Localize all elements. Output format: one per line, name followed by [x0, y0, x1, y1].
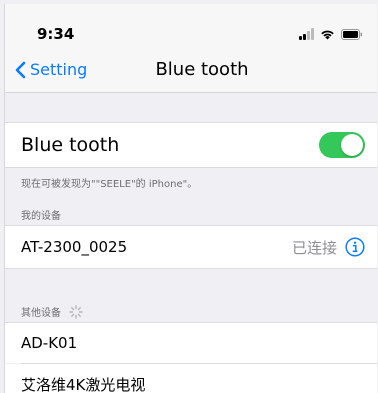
status-icons: [299, 26, 363, 40]
connection-status: 已连接: [291, 238, 337, 257]
bluetooth-toggle-row: Blue tooth: [5, 123, 377, 167]
status-time: 9:34: [37, 25, 75, 43]
bluetooth-toggle[interactable]: [319, 132, 365, 158]
my-devices-header: 我的设备: [21, 207, 61, 222]
device-name: AT-2300_0025: [21, 238, 128, 256]
divider: [5, 268, 377, 269]
settings-screen: 9:34 Setting Blue tooth Blue tooth 现在可被发…: [4, 4, 377, 393]
bluetooth-label: Blue tooth: [21, 134, 120, 156]
info-icon[interactable]: [345, 237, 365, 257]
page-title: Blue tooth: [155, 59, 249, 80]
battery-icon: [341, 29, 363, 40]
other-devices-header-label: 其他设备: [21, 308, 61, 319]
device-name: AD-K01: [21, 334, 78, 352]
device-name: 艾洛维4K激光电视: [21, 375, 146, 393]
divider: [5, 167, 377, 168]
wifi-icon: [320, 28, 335, 40]
my-devices-header-label: 我的设备: [21, 211, 61, 222]
top-bar: 9:34 Setting Blue tooth: [5, 4, 377, 93]
loading-spinner-icon: [69, 304, 83, 319]
cellular-signal-icon: [299, 28, 314, 40]
other-devices-header: 其他设备: [21, 304, 83, 319]
list-item[interactable]: AT-2300_0025 已连接: [5, 226, 377, 268]
list-item[interactable]: 艾洛维4K激光电视: [5, 364, 377, 393]
discoverable-note: 现在可被发现为""SEELE"的 iPhone"。: [21, 179, 198, 190]
list-item[interactable]: AD-K01: [5, 323, 377, 363]
